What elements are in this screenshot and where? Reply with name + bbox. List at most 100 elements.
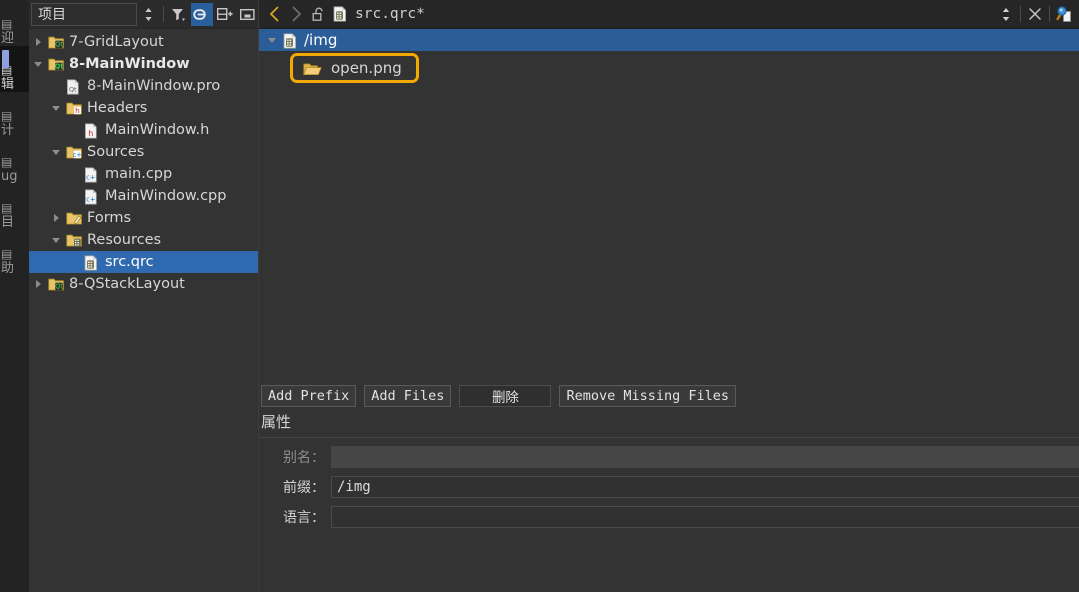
language-field-label: 语言：	[283, 510, 325, 526]
mode-item-2[interactable]: ▤ 计	[0, 92, 29, 138]
chevron-right-icon[interactable]	[51, 212, 63, 224]
chevron-right-icon[interactable]	[33, 36, 45, 48]
chevron-left-icon[interactable]	[263, 3, 285, 25]
tree-item-8-mainwindow-pro[interactable]: Qt 8-MainWindow.pro	[29, 75, 259, 97]
split-add-icon[interactable]	[214, 3, 236, 26]
qrc-file-icon	[84, 254, 101, 271]
tree-item-label: 8-QStackLayout	[69, 276, 185, 292]
close-x-icon[interactable]	[1024, 3, 1046, 25]
tree-item-forms[interactable]: Forms	[29, 207, 259, 229]
editor-filename: src.qrc*	[355, 6, 425, 22]
tree-item-label: Headers	[87, 100, 148, 116]
resource-file-row-wrap: open.png	[259, 51, 1079, 87]
filter-icon[interactable]	[168, 3, 190, 26]
prefix-field-row: 前缀： /img	[273, 476, 1079, 498]
tree-item-src-qrc[interactable]: src.qrc	[29, 251, 259, 273]
svg-text:c+: c+	[86, 195, 95, 203]
qt-creator-window: ▤ 迎 ▤ 辑 ▤ 计 ▤ ug ▤ 目 ▤ 助 项目 Qt 7-GridLay…	[0, 0, 1079, 592]
project-tree[interactable]: Qt 7-GridLayout Qt 8-MainWindow Qt 8-MainWind…	[29, 29, 259, 295]
tree-arrow-spacer	[69, 168, 81, 180]
svg-text:Qt: Qt	[55, 62, 64, 70]
collapse-icon[interactable]	[237, 3, 259, 26]
mode-item-5[interactable]: ▤ 助	[0, 230, 29, 276]
tree-item-mainwindow-h[interactable]: h MainWindow.h	[29, 119, 259, 141]
panel-divider[interactable]	[258, 0, 259, 592]
chevron-right-icon[interactable]	[285, 3, 307, 25]
mode-item-label: ug	[1, 169, 18, 184]
svg-text:Qt: Qt	[55, 40, 63, 48]
resources-folder-icon	[66, 233, 83, 248]
open-folder-icon	[303, 61, 322, 76]
sources-folder-icon: c+	[66, 145, 83, 160]
sidebar-header: 项目	[29, 0, 259, 29]
properties-form[interactable]: 别名： 前缀： /img 语言：	[273, 446, 1079, 536]
projects-icon: ▤	[1, 201, 13, 215]
mode-item-3[interactable]: ▤ ug	[0, 138, 29, 184]
tree-item-resources[interactable]: Resources	[29, 229, 259, 251]
tree-item-label: 8-MainWindow	[69, 56, 190, 72]
design-icon: ▤	[1, 109, 13, 123]
toolbar-divider	[162, 6, 164, 22]
open-png-highlight-box[interactable]: open.png	[290, 53, 419, 83]
tree-arrow-spacer	[69, 190, 81, 202]
resource-tree[interactable]: /img open.png	[259, 29, 1079, 87]
sort-updown-icon[interactable]	[138, 3, 160, 26]
mode-item-label: 助	[1, 261, 15, 276]
chevron-down-icon[interactable]	[51, 234, 63, 246]
resource-prefix-row[interactable]: /img	[259, 29, 1079, 51]
add-files-button[interactable]: Add Files	[364, 385, 452, 407]
tree-item-headers[interactable]: h Headers	[29, 97, 259, 119]
tree-item-label: 8-MainWindow.pro	[87, 78, 221, 94]
remove-missing-files-button[interactable]: Remove Missing Files	[559, 385, 736, 407]
cpp-file-icon: c+	[84, 188, 101, 205]
tree-item-label: MainWindow.h	[105, 122, 210, 138]
mode-item-label: 目	[1, 215, 15, 230]
resource-prefix-label: /img	[304, 31, 338, 49]
qt-project-icon: Qt	[48, 57, 65, 72]
alias-field-row: 别名：	[273, 446, 1079, 468]
chevron-right-icon[interactable]	[33, 278, 45, 290]
chevron-down-icon[interactable]	[51, 146, 63, 158]
chevron-down-icon[interactable]	[267, 34, 279, 46]
editor-toolbar-divider-2	[1049, 6, 1050, 22]
mode-item-label: 计	[1, 123, 15, 138]
mode-item-label: 迎	[1, 31, 15, 46]
chevron-down-icon[interactable]	[33, 58, 45, 70]
tree-item-8-mainwindow[interactable]: Qt 8-MainWindow	[29, 53, 259, 75]
chevron-down-icon[interactable]	[51, 102, 63, 114]
alias-field	[331, 446, 1079, 468]
language-field-row: 语言：	[273, 506, 1079, 528]
tree-item-8-qstacklayout[interactable]: Qt 8-QStackLayout	[29, 273, 259, 295]
unlocked-padlock-icon[interactable]	[307, 3, 329, 25]
svg-text:Qt: Qt	[55, 282, 63, 290]
search-document-icon[interactable]	[1053, 3, 1075, 25]
qrc-editor: src.qrc* /img open.png Add Prefix Add Fi…	[258, 0, 1079, 592]
mode-item-4[interactable]: ▤ 目	[0, 184, 29, 230]
active-mode-indicator	[2, 50, 9, 68]
h-file-icon: h	[84, 122, 101, 139]
link-sync-icon[interactable]	[190, 2, 213, 26]
add-prefix-button[interactable]: Add Prefix	[261, 385, 357, 407]
mode-item-0[interactable]: ▤ 迎	[0, 0, 29, 46]
resource-action-buttons[interactable]: Add Prefix Add Files 删除 Remove Missing File…	[259, 385, 736, 407]
qrc-prefix-icon	[283, 32, 300, 49]
properties-title: 属性	[261, 413, 292, 431]
tree-item-label: Resources	[87, 232, 162, 248]
qt-project-icon: Qt	[48, 277, 65, 292]
help-icon: ▤	[1, 247, 13, 261]
sidebar-view-combobox[interactable]: 项目	[31, 2, 137, 26]
remove-button[interactable]: 删除	[459, 385, 552, 407]
mode-item-1[interactable]: ▤ 辑	[0, 46, 29, 92]
qt-pro-file-icon: Qt	[66, 78, 83, 95]
tree-item-mainwindow-cpp[interactable]: c+ MainWindow.cpp	[29, 185, 259, 207]
updown-arrows-icon[interactable]	[995, 3, 1017, 25]
tree-item-label: main.cpp	[105, 166, 173, 182]
tree-item-7-gridlayout[interactable]: Qt 7-GridLayout	[29, 31, 259, 53]
mode-selector-bar[interactable]: ▤ 迎 ▤ 辑 ▤ 计 ▤ ug ▤ 目 ▤ 助	[0, 0, 29, 592]
welcome-icon: ▤	[1, 17, 13, 31]
language-field[interactable]	[331, 506, 1079, 528]
prefix-field[interactable]: /img	[331, 476, 1079, 498]
tree-item-label: MainWindow.cpp	[105, 188, 227, 204]
tree-item-sources[interactable]: c+ Sources	[29, 141, 259, 163]
tree-item-main-cpp[interactable]: c+ main.cpp	[29, 163, 259, 185]
